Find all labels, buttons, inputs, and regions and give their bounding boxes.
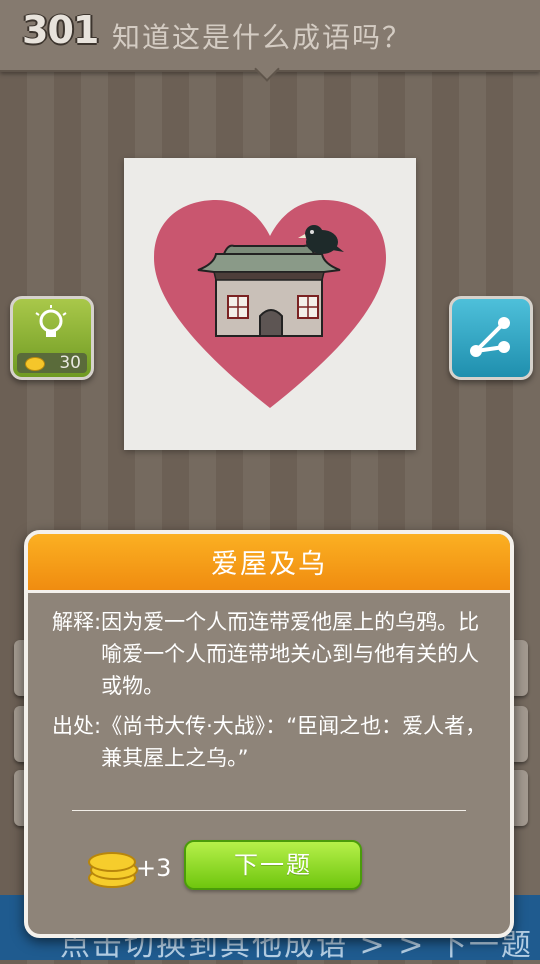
top-bar-notch <box>254 56 280 82</box>
answer-dialog: 爱屋及乌 解释: 因为爱一个人而连带爱他屋上的乌鸦。比喻爱一个人而连带地关心到与… <box>24 530 514 938</box>
hint-cost-badge: 30 <box>17 353 87 373</box>
lightbulb-icon <box>35 305 67 337</box>
house-drawing <box>197 244 341 337</box>
divider <box>72 810 466 811</box>
puzzle-image <box>124 158 416 450</box>
share-button[interactable] <box>449 296 533 380</box>
hint-button[interactable]: 30 <box>10 296 94 380</box>
idiom-title: 爱屋及乌 <box>28 534 510 593</box>
next-question-button[interactable]: 下一题 <box>184 840 362 890</box>
hint-cost-value: 30 <box>59 353 81 373</box>
idiom-details: 解释: 因为爱一个人而连带爱他屋上的乌鸦。比喻爱一个人而连带地关心到与他有关的人… <box>52 606 492 774</box>
question-text: 知道这是什么成语吗？ <box>112 21 413 54</box>
coin-icon <box>25 357 45 371</box>
source-label: 出处: <box>52 714 102 738</box>
reward-amount: +3 <box>136 854 172 882</box>
source-text: 《尚书大传·大战》：“臣闻之也：爱人者，兼其屋上之乌。” <box>101 714 487 770</box>
coin-icon <box>86 848 138 888</box>
source-row: 出处: 《尚书大传·大战》：“臣闻之也：爱人者，兼其屋上之乌。” <box>52 710 492 774</box>
definition-row: 解释: 因为爱一个人而连带爱他屋上的乌鸦。比喻爱一个人而连带地关心到与他有关的人… <box>52 606 492 702</box>
top-bar: 301 知道这是什么成语吗？ <box>0 0 540 82</box>
level-number: 301 <box>22 8 99 52</box>
share-icon <box>470 317 510 357</box>
definition-label: 解释: <box>52 610 102 634</box>
definition-text: 因为爱一个人而连带爱他屋上的乌鸦。比喻爱一个人而连带地关心到与他有关的人或物。 <box>101 610 480 698</box>
